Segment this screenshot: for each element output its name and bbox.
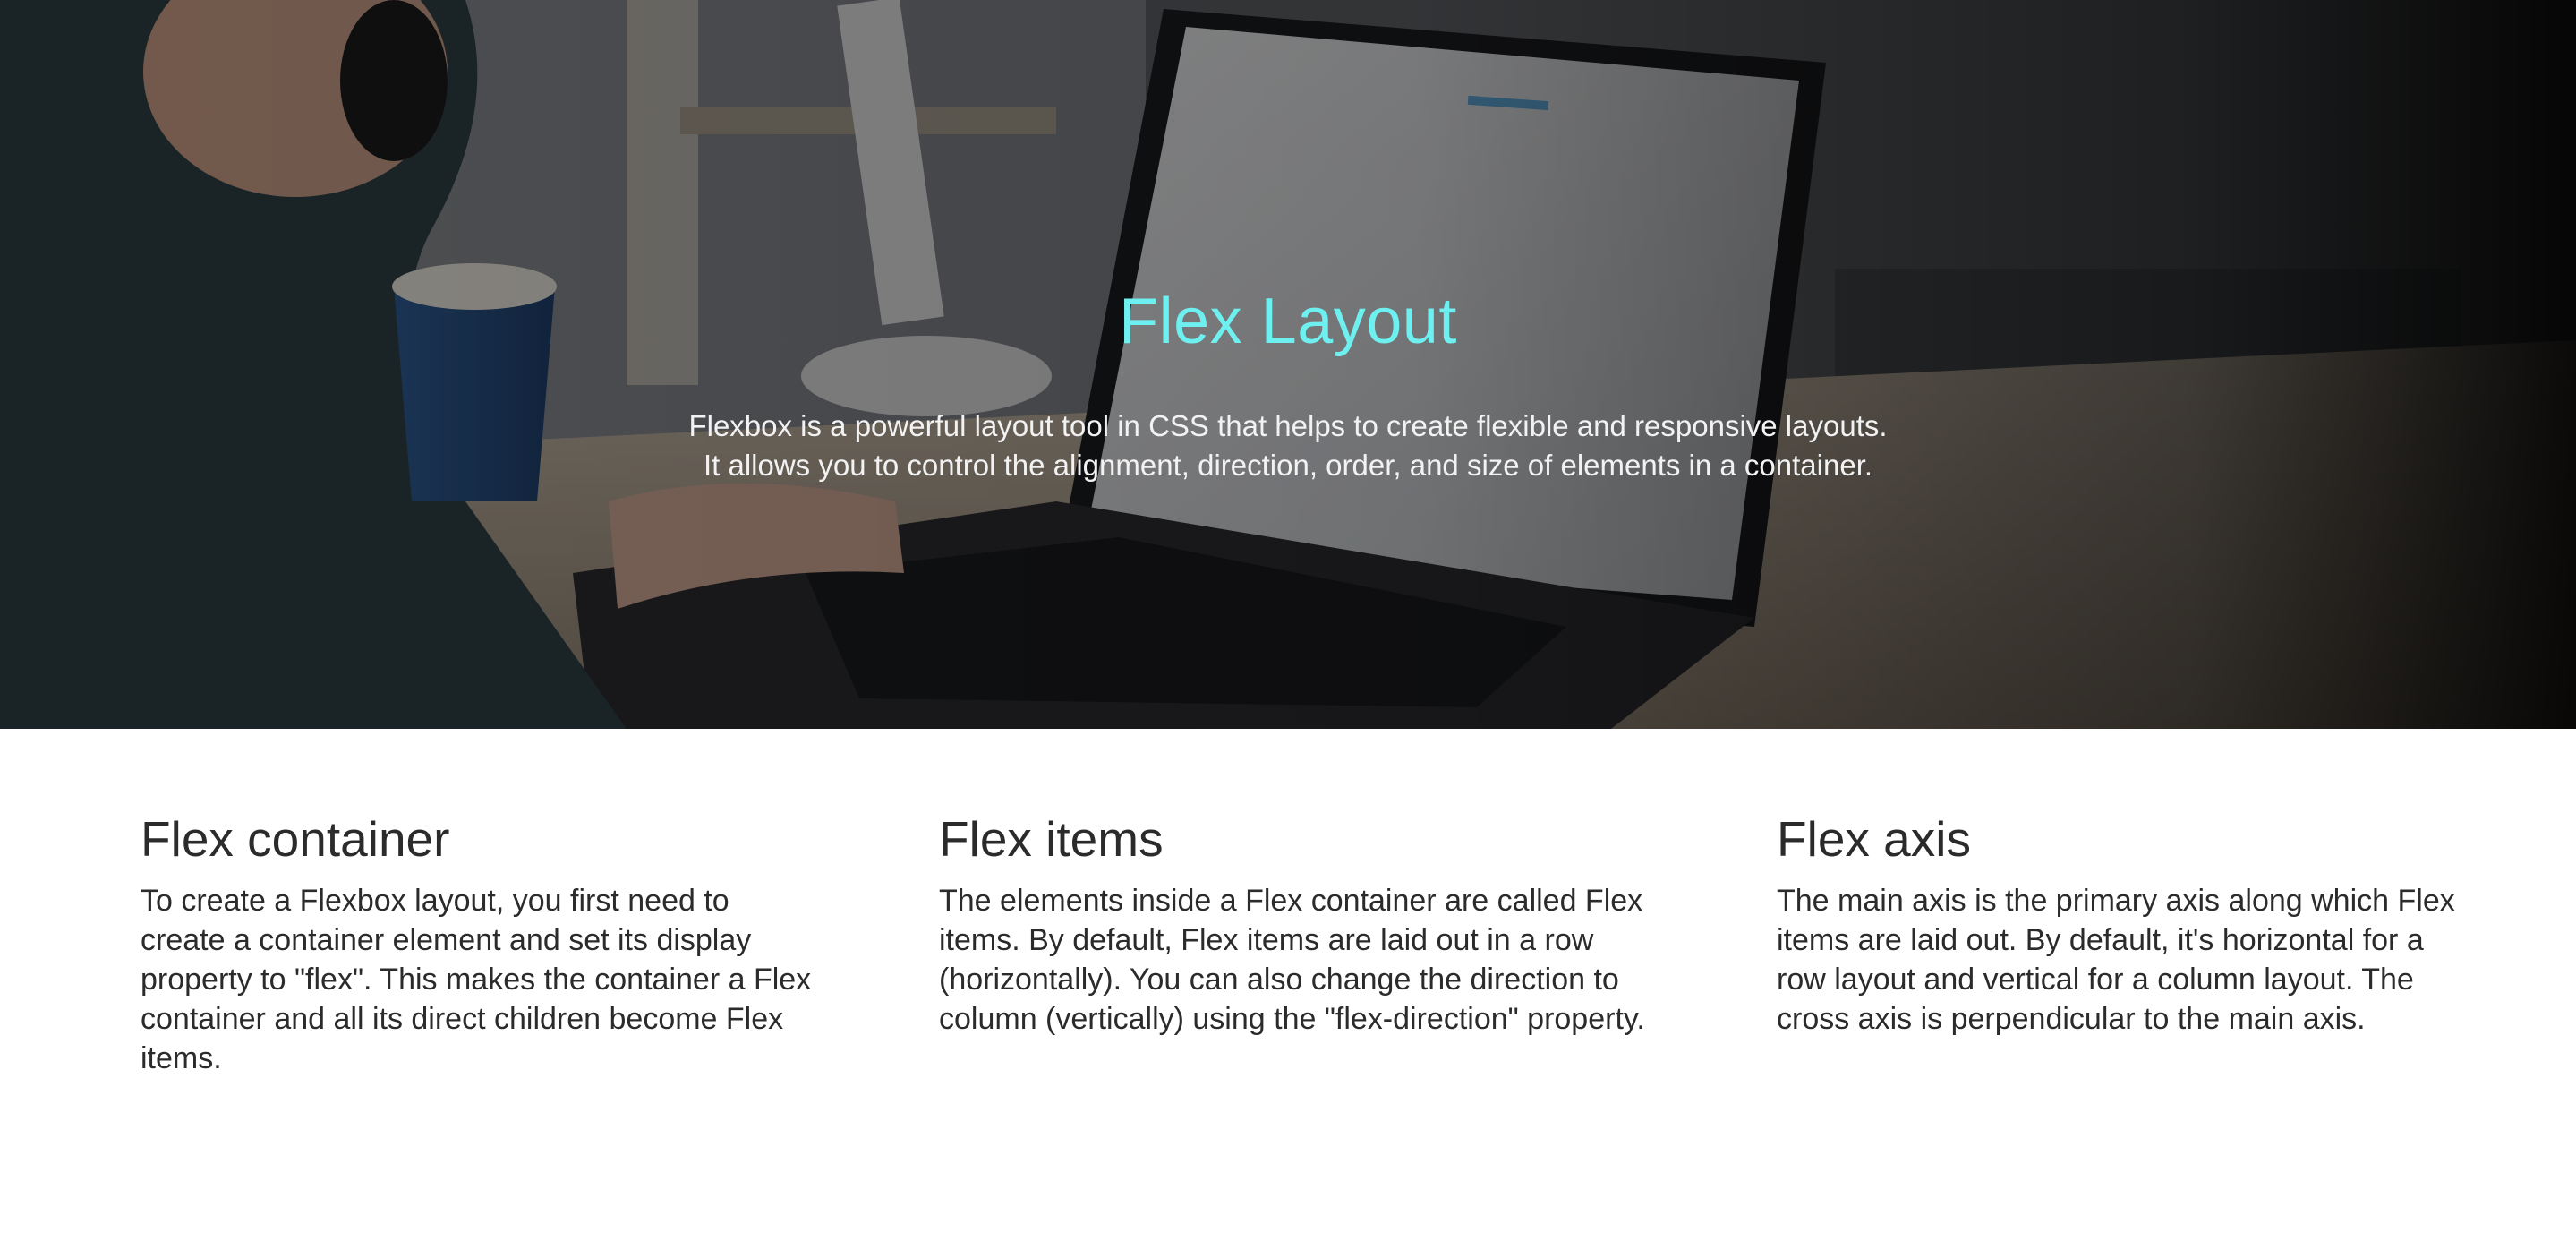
hero-description-line-2: It allows you to control the alignment, … bbox=[703, 449, 1873, 482]
hero-description: Flexbox is a powerful layout tool in CSS… bbox=[0, 407, 2576, 485]
feature-heading: Flex items bbox=[939, 811, 1164, 867]
feature-heading: Flex container bbox=[141, 811, 450, 867]
hero-section: Flex Layout Flexbox is a powerful layout… bbox=[0, 0, 2576, 729]
feature-flex-items: Flex items The elements inside a Flex co… bbox=[939, 808, 1673, 1039]
feature-flex-axis: Flex axis The main axis is the primary a… bbox=[1777, 808, 2457, 1039]
feature-text: To create a Flexbox layout, you first ne… bbox=[141, 884, 812, 1075]
hero-description-line-1: Flexbox is a powerful layout tool in CSS… bbox=[688, 409, 1888, 442]
feature-text: The main axis is the primary axis along … bbox=[1777, 884, 2455, 1036]
feature-flex-container: Flex container To create a Flexbox layou… bbox=[141, 808, 821, 1078]
features-section: Flex container To create a Flexbox layou… bbox=[0, 729, 2576, 1241]
hero-title: Flex Layout bbox=[1119, 286, 1457, 357]
hero-content: Flex Layout Flexbox is a powerful layout… bbox=[0, 0, 2576, 729]
feature-text: The elements inside a Flex container are… bbox=[939, 884, 1645, 1036]
feature-heading: Flex axis bbox=[1777, 811, 1971, 867]
